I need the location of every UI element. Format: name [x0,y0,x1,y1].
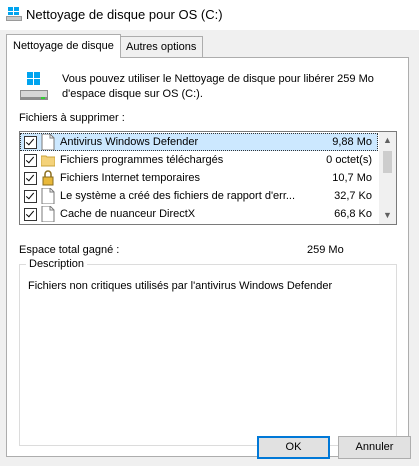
file-name: Cache de nuanceur DirectX [60,208,196,220]
total-space-gained-value: 259 Mo [307,244,344,256]
drive-icon [20,72,48,100]
file-name: Fichiers Internet temporaires [60,172,200,184]
file-size: 32,7 Ko [334,190,372,202]
tab-disk-cleanup[interactable]: Nettoyage de disque [6,34,121,58]
checkbox[interactable] [24,136,37,149]
tab-more-options[interactable]: Autres options [119,36,204,57]
list-item[interactable]: Antivirus Windows Defender 9,88 Mo [20,133,378,151]
files-to-delete-label: Fichiers à supprimer : [19,112,125,124]
disk-cleanup-icon [6,7,22,21]
file-icon [41,134,55,150]
total-space-gained-label: Espace total gagné : [19,244,120,256]
file-size: 9,88 Mo [332,136,372,148]
cancel-button[interactable]: Annuler [338,436,411,459]
file-name: Antivirus Windows Defender [60,136,199,148]
list-scrollbar[interactable]: ▲ ▼ [379,132,396,224]
scroll-down-arrow-icon[interactable]: ▼ [379,207,396,224]
file-size: 66,8 Ko [334,208,372,220]
intro-text: Vous pouvez utiliser le Nettoyage de dis… [62,73,374,100]
file-name: Le système a créé des fichiers de rappor… [60,190,296,202]
scroll-up-arrow-icon[interactable]: ▲ [379,132,396,149]
folder-icon [41,155,55,167]
window-body: Nettoyage de disque Autres options Vous … [0,30,419,466]
lock-icon [42,170,54,186]
description-text: Fichiers non critiques utilisés par l'an… [28,280,333,292]
list-item[interactable]: Fichiers programmes téléchargés 0 octet(… [20,151,378,169]
description-title: Description [26,258,88,270]
file-icon [41,188,55,204]
list-item[interactable]: Fichiers Internet temporaires 10,7 Mo [20,169,378,187]
checkbox[interactable] [24,154,37,167]
list-item[interactable]: Le système a créé des fichiers de rappor… [20,187,378,205]
checkbox[interactable] [24,190,37,203]
ok-button[interactable]: OK [257,436,330,459]
file-size: 0 octet(s) [326,154,372,166]
files-list[interactable]: Antivirus Windows Defender 9,88 Mo Fichi… [19,131,397,225]
list-item[interactable]: Cache de nuanceur DirectX 66,8 Ko [20,205,378,223]
title-bar: Nettoyage de disque pour OS (C:) [0,0,419,30]
file-size: 10,7 Mo [332,172,372,184]
file-icon [41,206,55,222]
scroll-thumb[interactable] [383,151,392,173]
tab-panel: Vous pouvez utiliser le Nettoyage de dis… [6,57,409,457]
description-group: Description Fichiers non critiques utili… [19,258,397,446]
window-title: Nettoyage de disque pour OS (C:) [26,7,223,22]
file-name: Fichiers programmes téléchargés [60,154,224,166]
checkbox[interactable] [24,172,37,185]
checkbox[interactable] [24,208,37,221]
